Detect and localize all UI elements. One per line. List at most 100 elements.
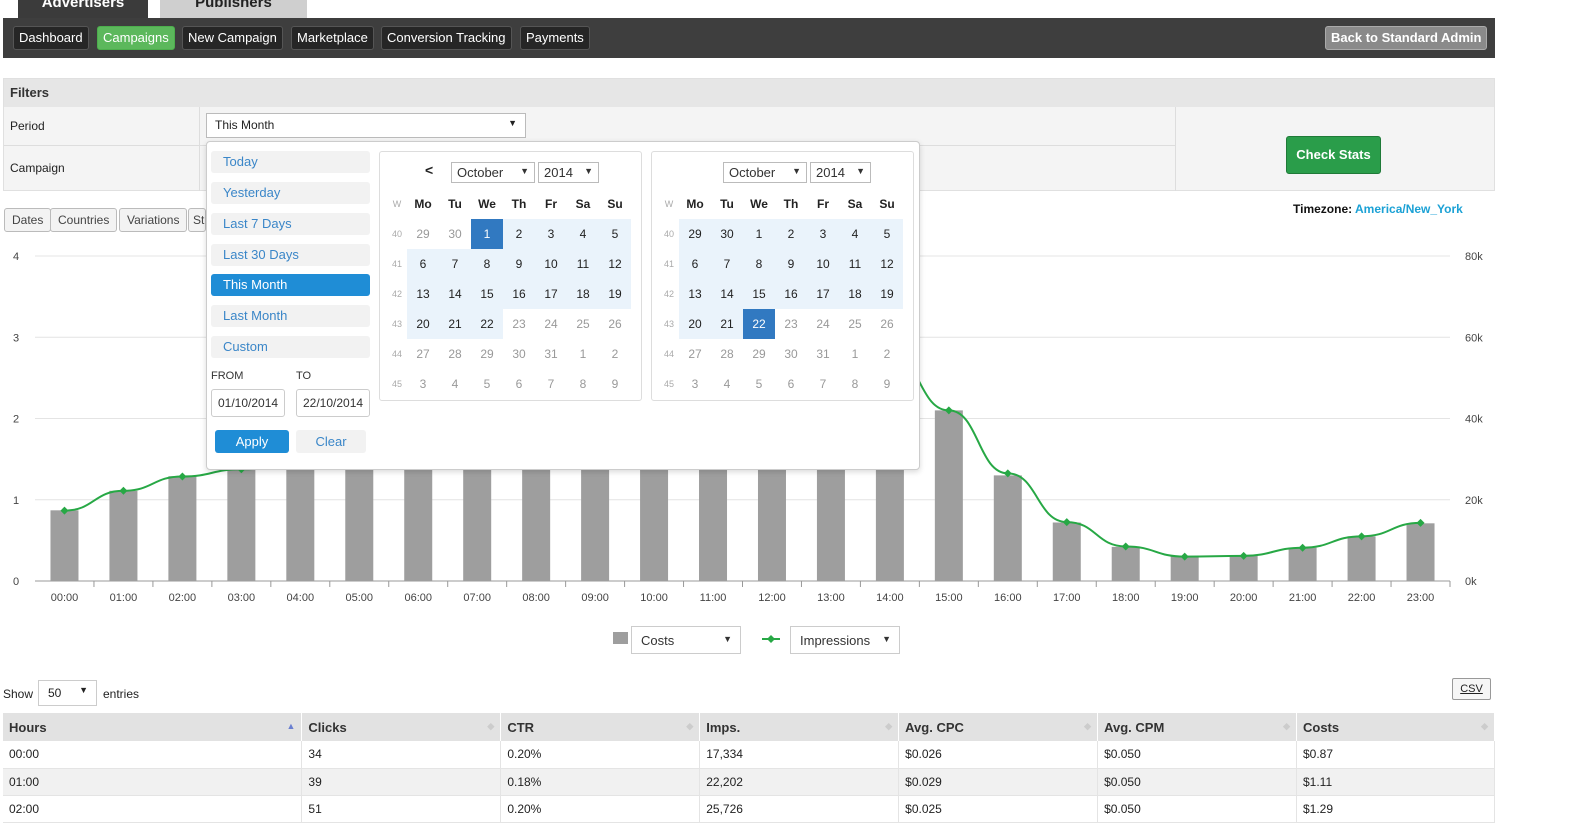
calendar-day[interactable]: 25 [839, 309, 871, 339]
calendar-day[interactable]: 10 [807, 249, 839, 279]
calendar-day[interactable]: 17 [535, 279, 567, 309]
calendar-day[interactable]: 2 [871, 339, 903, 369]
calendar-day[interactable]: 1 [743, 219, 775, 249]
calendar-day[interactable]: 27 [679, 339, 711, 369]
calendar-day[interactable]: 30 [503, 339, 535, 369]
column-header-hours[interactable]: Hours ▲ [3, 713, 303, 741]
tab-countries[interactable]: Countries [50, 208, 118, 232]
calendar-day[interactable]: 6 [407, 249, 439, 279]
calendar-day[interactable]: 26 [599, 309, 631, 339]
calendar-day[interactable]: 5 [599, 219, 631, 249]
right-month-select[interactable]: October ▼ [723, 162, 807, 183]
tab-advertisers[interactable]: Advertisers [18, 0, 148, 18]
entries-select[interactable]: 50 ▼ [38, 680, 97, 706]
calendar-day[interactable]: 11 [839, 249, 871, 279]
column-header-imps[interactable]: Imps. ◆ [699, 713, 900, 741]
calendar-day[interactable]: 20 [407, 309, 439, 339]
column-header-clicks[interactable]: Clicks ◆ [301, 713, 502, 741]
calendar-day[interactable]: 22 [743, 309, 775, 339]
nav-marketplace[interactable]: Marketplace [291, 26, 374, 50]
calendar-day[interactable]: 19 [599, 279, 631, 309]
calendar-day[interactable]: 3 [407, 369, 439, 399]
calendar-day[interactable]: 3 [807, 219, 839, 249]
calendar-day[interactable]: 19 [871, 279, 903, 309]
from-date-input[interactable]: 01/10/2014 [211, 389, 285, 417]
calendar-day[interactable]: 9 [503, 249, 535, 279]
tab-dates[interactable]: Dates [4, 208, 52, 232]
range-today[interactable]: Today [211, 151, 370, 173]
period-select[interactable]: This Month ▼ [206, 113, 526, 138]
calendar-day[interactable]: 28 [439, 339, 471, 369]
calendar-day[interactable]: 17 [807, 279, 839, 309]
calendar-day[interactable]: 18 [567, 279, 599, 309]
calendar-day[interactable]: 24 [807, 309, 839, 339]
calendar-day[interactable]: 1 [471, 219, 503, 249]
calendar-day[interactable]: 14 [439, 279, 471, 309]
calendar-day[interactable]: 29 [743, 339, 775, 369]
calendar-day[interactable]: 7 [711, 249, 743, 279]
calendar-day[interactable]: 5 [871, 219, 903, 249]
clear-button[interactable]: Clear [296, 430, 366, 453]
range-last-30-days[interactable]: Last 30 Days [211, 244, 370, 266]
calendar-day[interactable]: 5 [743, 369, 775, 399]
calendar-day[interactable]: 29 [471, 339, 503, 369]
column-header-avg-cpm[interactable]: Avg. CPM ◆ [1097, 713, 1297, 741]
calendar-day[interactable]: 7 [807, 369, 839, 399]
calendar-day[interactable]: 4 [439, 369, 471, 399]
calendar-day[interactable]: 13 [679, 279, 711, 309]
column-header-ctr[interactable]: CTR ◆ [500, 713, 701, 741]
calendar-day[interactable]: 30 [711, 219, 743, 249]
column-header-avg-cpc[interactable]: Avg. CPC ◆ [898, 713, 1099, 741]
nav-conversion-tracking[interactable]: Conversion Tracking [381, 26, 512, 50]
calendar-day[interactable]: 23 [775, 309, 807, 339]
calendar-day[interactable]: 28 [711, 339, 743, 369]
calendar-day[interactable]: 16 [775, 279, 807, 309]
range-custom[interactable]: Custom [211, 336, 370, 358]
calendar-day[interactable]: 30 [775, 339, 807, 369]
column-header-costs[interactable]: Costs ◆ [1296, 713, 1495, 741]
left-month-select[interactable]: October ▼ [451, 162, 535, 183]
calendar-day[interactable]: 9 [599, 369, 631, 399]
calendar-day[interactable]: 4 [567, 219, 599, 249]
calendar-day[interactable]: 10 [535, 249, 567, 279]
costs-series-select[interactable]: Costs ▼ [631, 626, 741, 654]
check-stats-button[interactable]: Check Stats [1286, 136, 1381, 174]
calendar-day[interactable]: 20 [679, 309, 711, 339]
calendar-day[interactable]: 1 [567, 339, 599, 369]
calendar-day[interactable]: 6 [679, 249, 711, 279]
calendar-day[interactable]: 6 [503, 369, 535, 399]
calendar-day[interactable]: 3 [535, 219, 567, 249]
tab-st[interactable]: St [188, 208, 206, 232]
calendar-day[interactable]: 2 [599, 339, 631, 369]
calendar-day[interactable]: 15 [743, 279, 775, 309]
calendar-day[interactable]: 8 [567, 369, 599, 399]
nav-new-campaign[interactable]: New Campaign [182, 26, 283, 50]
left-year-select[interactable]: 2014 ▼ [538, 162, 599, 183]
tab-publishers[interactable]: Publishers [160, 0, 307, 18]
calendar-day[interactable]: 25 [567, 309, 599, 339]
calendar-day[interactable]: 24 [535, 309, 567, 339]
nav-payments[interactable]: Payments [520, 26, 590, 50]
to-date-input[interactable]: 22/10/2014 [296, 389, 370, 417]
apply-button[interactable]: Apply [215, 430, 289, 453]
calendar-day[interactable]: 16 [503, 279, 535, 309]
calendar-day[interactable]: 29 [679, 219, 711, 249]
nav-campaigns[interactable]: Campaigns [97, 26, 175, 50]
csv-export-button[interactable]: CSV [1452, 678, 1491, 700]
range-last-month[interactable]: Last Month [211, 305, 370, 327]
calendar-day[interactable]: 29 [407, 219, 439, 249]
nav-dashboard[interactable]: Dashboard [13, 26, 89, 50]
calendar-day[interactable]: 14 [711, 279, 743, 309]
calendar-day[interactable]: 8 [839, 369, 871, 399]
calendar-day[interactable]: 27 [407, 339, 439, 369]
calendar-day[interactable]: 30 [439, 219, 471, 249]
range-yesterday[interactable]: Yesterday [211, 182, 370, 204]
calendar-day[interactable]: 5 [471, 369, 503, 399]
calendar-day[interactable]: 4 [839, 219, 871, 249]
calendar-day[interactable]: 11 [567, 249, 599, 279]
right-year-select[interactable]: 2014 ▼ [810, 162, 871, 183]
calendar-day[interactable]: 21 [711, 309, 743, 339]
impressions-series-select[interactable]: Impressions ▼ [790, 626, 900, 654]
calendar-day[interactable]: 15 [471, 279, 503, 309]
range-this-month[interactable]: This Month [211, 274, 370, 296]
